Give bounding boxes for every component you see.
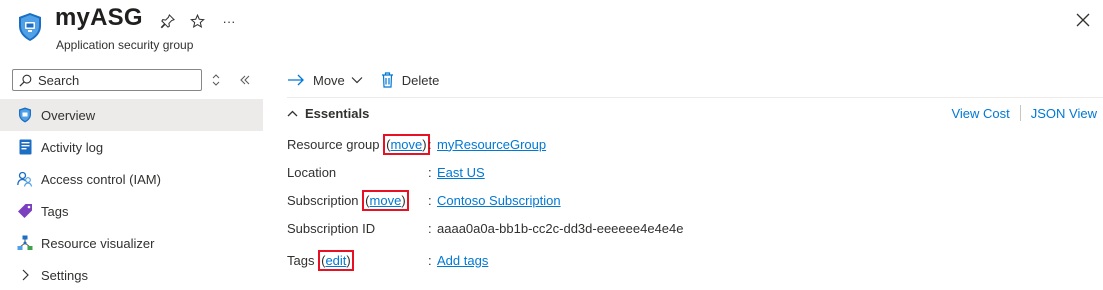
subscription-id-value: aaaa0a0a-bb1b-cc2c-dd3d-eeeeee4e4e4e [437,220,684,236]
property-location: Location : East US [287,162,1103,182]
sidebar-item-overview[interactable]: Overview [0,99,263,131]
essentials-title: Essentials [305,105,370,121]
property-subscription: Subscription (move) : Contoso Subscripti… [287,189,1103,211]
sort-icon[interactable] [209,72,223,88]
move-label: Move [313,72,345,88]
sidebar-item-tags[interactable]: Tags [0,195,263,227]
property-resource-group: Resource group (move) : myResourceGroup [287,133,1103,155]
page-subtitle: Application security group [56,38,194,52]
application-security-group-icon [19,13,41,41]
arrow-right-icon [288,74,304,86]
people-icon [17,171,33,187]
add-tags-link[interactable]: Add tags [437,253,488,268]
sidebar-item-resource-visualizer[interactable]: Resource visualizer [0,227,263,259]
sidebar-item-label: Access control (IAM) [41,171,161,187]
delete-label: Delete [401,72,440,88]
colon: : [428,252,432,268]
blade-header: myASG Application security group ··· [0,0,1103,62]
property-tags: Tags (edit) : Add tags [287,249,1103,271]
sidebar-item-settings[interactable]: Settings [0,259,263,290]
highlight-box: (move) [383,133,430,155]
highlight-box: (move) [362,189,409,211]
sidebar-item-label: Overview [41,107,96,123]
page-title: myASG [55,4,143,31]
search-icon [19,74,32,86]
activity-log-icon [17,139,33,155]
chevron-up-icon [287,110,298,116]
sidebar-item-activity-log[interactable]: Activity log [0,131,263,163]
subscription-value-link[interactable]: Contoso Subscription [437,193,561,208]
colon: : [428,220,432,236]
sidebar-item-label: Settings [41,267,88,283]
search-box[interactable] [12,69,202,91]
shield-icon [17,107,33,123]
main-content: Move Delete Essentials View Cost JSON Vi… [287,62,1103,290]
highlight-box: (edit) [318,249,354,271]
property-label: Tags (edit) [287,249,354,271]
property-label: Location [287,164,337,180]
more-options-icon[interactable]: ··· [220,12,238,30]
sidebar-item-label: Resource visualizer [41,235,155,251]
collapse-sidebar-icon[interactable] [238,72,252,88]
trash-icon [381,72,393,88]
visualizer-icon [17,235,33,251]
command-bar: Move Delete [287,70,439,90]
star-icon[interactable] [188,12,206,30]
sidebar-item-label: Tags [41,203,69,219]
essentials-links: View Cost JSON View [951,105,1097,121]
sidebar-item-access-control[interactable]: Access control (IAM) [0,163,263,195]
chevron-right-icon [17,267,33,283]
essentials-toggle[interactable]: Essentials [287,106,369,121]
property-label: Subscription (move) [287,189,409,211]
sidebar-item-label: Activity log [41,139,104,155]
subscription-move-link[interactable]: move [370,193,402,208]
property-label: Resource group (move) [287,133,430,155]
search-input[interactable] [38,72,198,88]
chevron-down-icon [351,77,363,84]
move-button[interactable]: Move [287,73,363,88]
toolbar-divider [287,97,1103,98]
resource-group-value-link[interactable]: myResourceGroup [437,137,546,152]
tag-icon [17,203,33,219]
sidebar-nav: Overview Activity log Access control (IA… [0,99,263,290]
location-value-link[interactable]: East US [437,165,485,180]
delete-button[interactable]: Delete [381,72,440,88]
resource-group-move-link[interactable]: move [390,137,422,152]
essentials-header: Essentials View Cost JSON View [287,103,1097,123]
json-view-link[interactable]: JSON View [1031,106,1097,121]
tags-edit-link[interactable]: edit [325,253,346,268]
colon: : [428,136,432,152]
property-label: Subscription ID [287,220,376,236]
property-subscription-id: Subscription ID : aaaa0a0a-bb1b-cc2c-dd3… [287,218,1103,238]
sidebar: Overview Activity log Access control (IA… [0,62,263,290]
close-icon[interactable] [1075,12,1091,28]
link-separator [1019,105,1021,121]
pin-icon[interactable] [158,12,176,30]
colon: : [428,164,432,180]
colon: : [428,192,432,208]
view-cost-link[interactable]: View Cost [951,106,1009,121]
